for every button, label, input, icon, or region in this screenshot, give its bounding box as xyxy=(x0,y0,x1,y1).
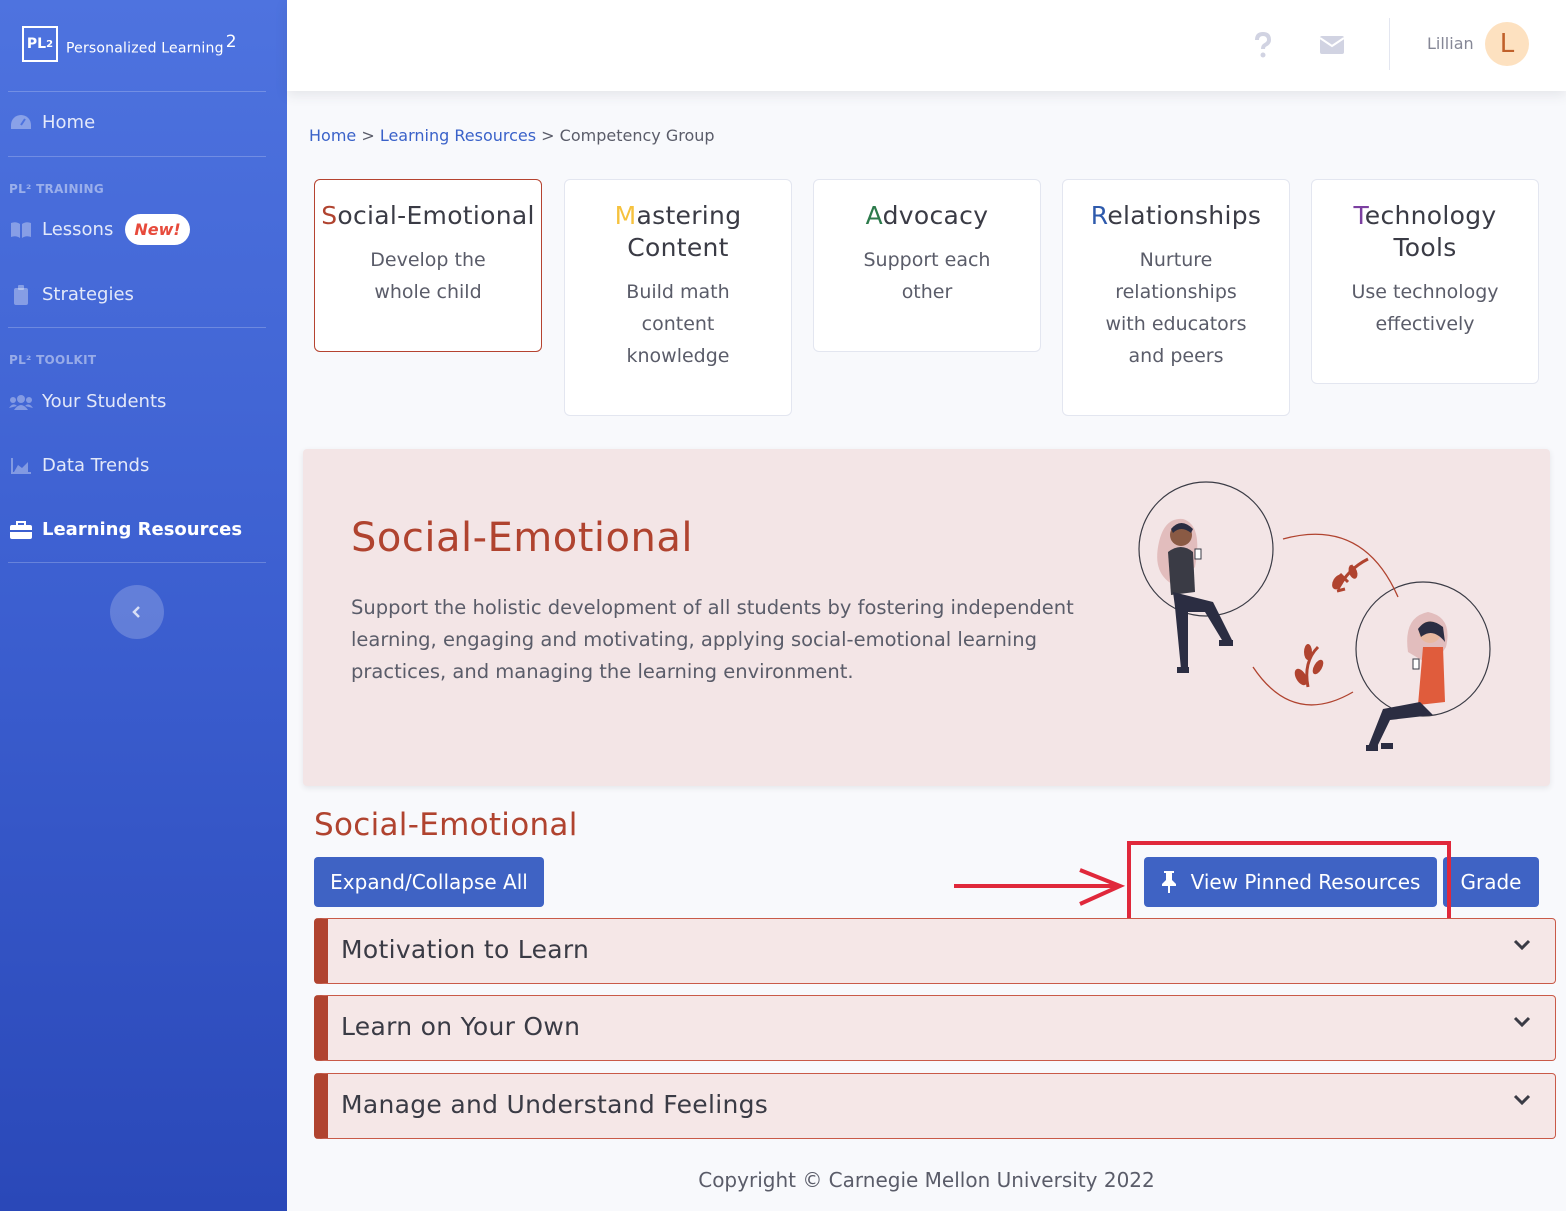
breadcrumb: Home > Learning Resources > Competency G… xyxy=(309,126,715,145)
card-title-initial: T xyxy=(1353,201,1365,230)
sidebar-item-home[interactable]: Home xyxy=(8,112,95,133)
card-title-initial: A xyxy=(865,201,883,230)
card-relationships[interactable]: Relationships Nurture relationships with… xyxy=(1062,179,1290,416)
new-badge: New! xyxy=(125,214,190,245)
brand-logo-text: PL xyxy=(26,36,47,52)
card-description: Develop the whole child xyxy=(370,249,486,303)
sidebar-collapse-button[interactable] xyxy=(110,585,164,639)
sidebar-item-lessons[interactable]: Lessons New! xyxy=(8,214,190,245)
red-arrow-annotation xyxy=(954,868,1126,906)
brand-logo-sup: 2 xyxy=(46,38,54,50)
brand-name-text: Personalized Learning xyxy=(66,40,224,57)
section-heading-training: PL² TRAINING xyxy=(9,182,105,196)
accordion-manage-and-understand-feelings[interactable]: Manage and Understand Feelings xyxy=(314,1073,1556,1139)
dashboard-icon xyxy=(8,114,34,132)
topbar-divider xyxy=(1389,18,1390,70)
sidebar-item-label: Home xyxy=(42,112,96,133)
footer-copyright: Copyright © Carnegie Mellon University 2… xyxy=(698,1168,1155,1192)
sidebar-item-strategies[interactable]: Strategies xyxy=(8,284,134,305)
card-title-rest: echnology Tools xyxy=(1364,201,1497,262)
sidebar-item-label: Your Students xyxy=(42,391,167,412)
brand-name-sup: 2 xyxy=(225,31,237,52)
card-title-initial: R xyxy=(1090,201,1108,230)
breadcrumb-resources-link[interactable]: Learning Resources xyxy=(380,126,536,145)
card-technology-tools[interactable]: Technology Tools Use technology effectiv… xyxy=(1311,179,1539,384)
topbar: Lillian L xyxy=(287,0,1566,91)
card-title: Relationships xyxy=(1063,200,1289,232)
chevron-down-icon xyxy=(1513,939,1531,951)
brand[interactable]: PL 2 Personalized Learning 2 xyxy=(22,24,237,64)
accordion-label: Manage and Understand Feelings xyxy=(341,1090,769,1119)
breadcrumb-separator: > xyxy=(356,126,380,145)
brand-name: Personalized Learning 2 xyxy=(66,32,237,57)
section-title: Social-Emotional xyxy=(314,807,578,843)
sidebar-divider xyxy=(8,327,266,328)
card-title: Social-Emotional xyxy=(315,200,541,232)
card-description: Use technology effectively xyxy=(1351,281,1499,335)
card-mastering-content[interactable]: Mastering Content Build math content kno… xyxy=(564,179,792,416)
breadcrumb-current: Competency Group xyxy=(559,126,715,145)
sidebar-item-label: Strategies xyxy=(42,284,134,305)
envelope-icon[interactable] xyxy=(1317,30,1347,60)
chevron-down-icon xyxy=(1513,1016,1531,1028)
card-title-rest: astering Content xyxy=(627,201,742,262)
card-social-emotional[interactable]: Social-Emotional Develop the whole child xyxy=(314,179,542,352)
accordion-label: Motivation to Learn xyxy=(341,935,590,964)
chevron-left-icon xyxy=(132,606,140,618)
sidebar-item-label: Data Trends xyxy=(42,455,150,476)
card-title: Advocacy xyxy=(814,200,1040,232)
sidebar-divider xyxy=(8,562,266,563)
user-name[interactable]: Lillian xyxy=(1427,34,1474,53)
hero-banner: Social-Emotional Support the holistic de… xyxy=(303,449,1550,786)
clipboard-icon xyxy=(8,284,34,305)
accordion-motivation-to-learn[interactable]: Motivation to Learn xyxy=(314,918,1556,984)
avatar[interactable]: L xyxy=(1485,22,1529,66)
card-title-rest: elationships xyxy=(1107,201,1262,230)
card-description: Nurture relationships with educators and… xyxy=(1105,249,1247,367)
book-open-icon xyxy=(8,221,34,239)
chevron-down-icon xyxy=(1513,1094,1531,1106)
section-heading-toolkit: PL² TOOLKIT xyxy=(9,353,97,367)
highlight-annotation-box xyxy=(1127,841,1451,925)
sidebar-item-label: Learning Resources xyxy=(42,519,243,540)
grade-button[interactable]: Grade xyxy=(1443,857,1539,907)
expand-collapse-all-button[interactable]: Expand/Collapse All xyxy=(314,857,544,907)
brand-logo: PL 2 xyxy=(22,26,58,62)
breadcrumb-home-link[interactable]: Home xyxy=(309,126,356,145)
toolbox-icon xyxy=(8,520,34,539)
users-icon xyxy=(8,394,34,410)
sidebar-item-label: Lessons xyxy=(42,219,114,240)
card-title-initial: S xyxy=(321,201,338,230)
breadcrumb-separator: > xyxy=(536,126,560,145)
card-title-rest: dvocacy xyxy=(882,201,989,230)
sidebar-divider xyxy=(8,91,266,92)
question-icon[interactable] xyxy=(1248,30,1278,60)
card-description: Build math content knowledge xyxy=(626,281,730,367)
card-description: Support each other xyxy=(863,249,991,303)
hero-title: Social-Emotional xyxy=(351,515,693,561)
hero-description: Support the holistic development of all … xyxy=(351,596,1074,683)
card-title: Technology Tools xyxy=(1312,200,1538,264)
sidebar-divider xyxy=(8,156,266,157)
sidebar-item-your-students[interactable]: Your Students xyxy=(8,391,166,412)
sidebar-item-learning-resources[interactable]: Learning Resources xyxy=(8,519,242,540)
card-title: Mastering Content xyxy=(565,200,791,264)
card-title-initial: M xyxy=(614,201,637,230)
sidebar: PL 2 Personalized Learning 2 Home PL² TRAI… xyxy=(0,0,287,1211)
accordion-label: Learn on Your Own xyxy=(341,1012,581,1041)
people-illustration xyxy=(1138,481,1491,751)
sidebar-item-data-trends[interactable]: Data Trends xyxy=(8,455,149,476)
card-title-rest: ocial-Emotional xyxy=(337,201,535,230)
accordion-learn-on-your-own[interactable]: Learn on Your Own xyxy=(314,995,1556,1061)
card-advocacy[interactable]: Advocacy Support each other xyxy=(813,179,1041,352)
area-chart-icon xyxy=(8,457,34,474)
